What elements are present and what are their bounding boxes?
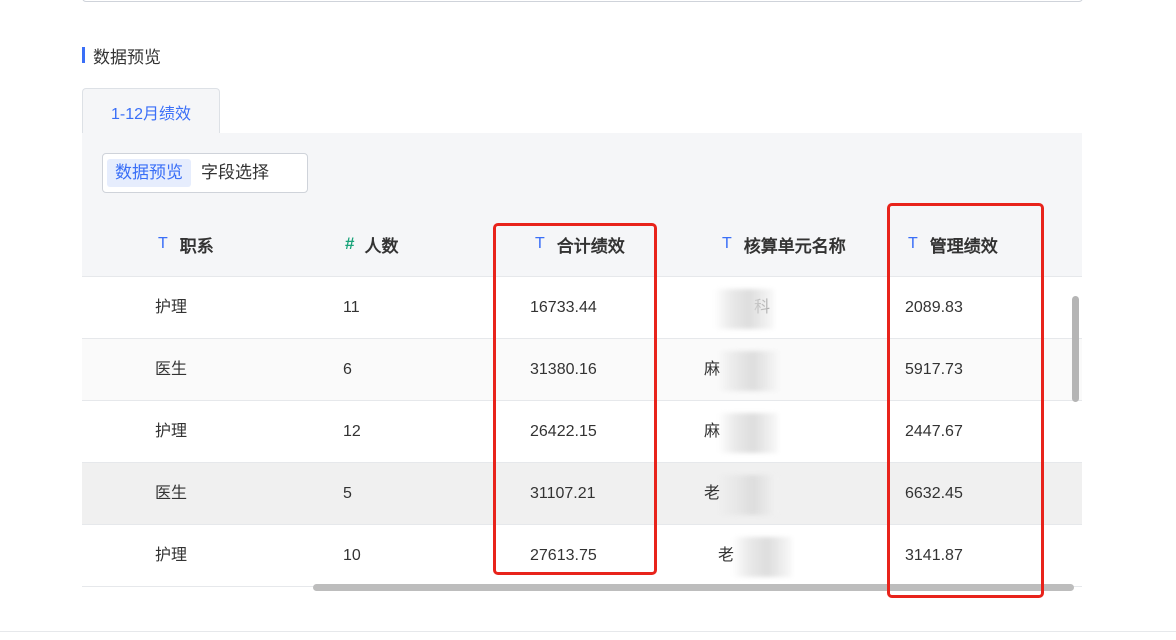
text-type-icon: T <box>722 235 732 252</box>
bottom-divider <box>0 631 1176 632</box>
section-title: 数据预览 <box>82 45 161 67</box>
redaction-blur <box>714 289 774 329</box>
cell-renshu: 11 <box>343 299 360 316</box>
top-input-field[interactable] <box>82 0 1083 2</box>
section-title-text: 数据预览 <box>93 47 161 67</box>
cell-zhixi: 护理 <box>155 547 188 564</box>
cell-zhixi: 护理 <box>155 299 188 316</box>
cell-renshu: 6 <box>343 361 352 378</box>
cell-renshu: 10 <box>343 547 361 564</box>
view-toggle: 数据预览 字段选择 <box>102 153 308 193</box>
text-type-icon: T <box>158 235 168 252</box>
column-header-label: 人数 <box>364 236 399 256</box>
column-header-label: 核算单元名称 <box>743 236 846 256</box>
highlight-box-guanli <box>887 203 1044 598</box>
redaction-blur <box>718 475 778 515</box>
cell-zhixi: 护理 <box>155 423 188 440</box>
section-accent-bar <box>82 47 85 63</box>
cell-renshu: 12 <box>343 423 361 440</box>
column-header-renshu[interactable]: # 人数 <box>345 213 398 275</box>
number-type-icon: # <box>345 234 355 253</box>
column-header-label: 职系 <box>179 236 214 256</box>
toggle-fields-button[interactable]: 字段选择 <box>193 159 277 187</box>
cell-renshu: 5 <box>343 485 352 502</box>
cell-zhixi: 医生 <box>155 361 188 378</box>
redaction-blur <box>718 413 778 453</box>
cell-zhixi: 医生 <box>155 485 188 502</box>
redaction-blur <box>718 351 778 391</box>
toggle-preview-button[interactable]: 数据预览 <box>107 159 191 187</box>
column-header-zhixi[interactable]: T 职系 <box>158 213 214 275</box>
vertical-scrollbar[interactable] <box>1072 296 1079 402</box>
highlight-box-heji <box>493 223 657 575</box>
tab-1-12-performance[interactable]: 1-12月绩效 <box>82 88 220 134</box>
column-header-danyuan[interactable]: T 核算单元名称 <box>722 213 846 275</box>
redaction-blur <box>732 537 792 577</box>
